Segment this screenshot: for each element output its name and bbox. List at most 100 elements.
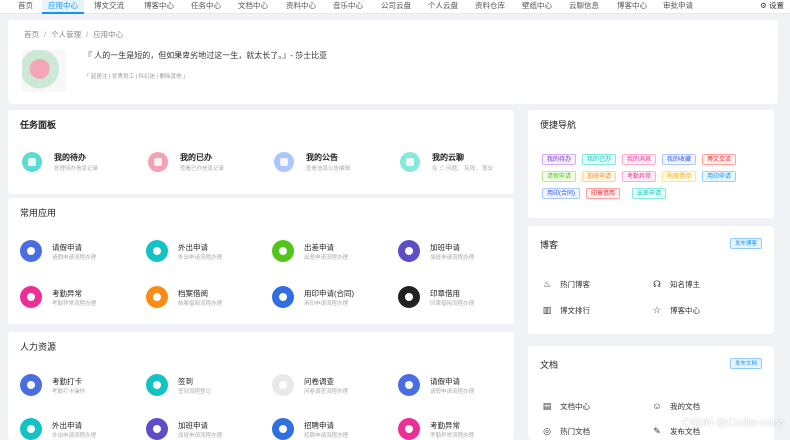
bar-chart-icon: ▥: [542, 305, 552, 315]
quick-tag[interactable]: 用印申请: [702, 171, 737, 182]
profile-quote: 『 人的一生是短的，但如果卑劣地过这一生，就太长了。』- 莎士比亚: [84, 51, 328, 60]
app-item-subtitle: 招聘申请流程办理: [304, 433, 349, 439]
app-item[interactable]: 招聘申请 招聘申请流程办理: [272, 418, 392, 440]
blog-link-label: 知名博主: [670, 280, 700, 289]
app-item[interactable]: 考勤异常 考勤异常流程办理: [20, 286, 140, 312]
clock-icon: [20, 374, 42, 396]
app-item[interactable]: 问卷调查 问卷调查流程办理: [272, 374, 392, 400]
quick-tag[interactable]: 我的收藏: [662, 154, 697, 165]
app-item-subtitle: 请假申请流程办理: [52, 255, 97, 261]
lamp-icon: [146, 418, 168, 440]
app-item[interactable]: 档案借阅 档案借阅流程办理: [146, 286, 266, 312]
done-icon: [148, 152, 168, 172]
app-item[interactable]: 签到 签到流程登记: [146, 374, 266, 400]
nav-item-material-repo[interactable]: 资料仓库: [475, 0, 505, 14]
task-item-title: 我的待办: [54, 153, 86, 162]
todo-icon: [22, 152, 42, 172]
location-icon: [146, 240, 168, 262]
publish-doc-button[interactable]: 发布文档: [729, 358, 762, 369]
task-item-subtitle: 查看已办信息记录: [180, 166, 225, 172]
nav-item-blog-center[interactable]: 博客中心: [144, 0, 174, 14]
nav-item-music-center[interactable]: 音乐中心: [333, 0, 363, 14]
nav-item-chat-info[interactable]: 云聊信息: [569, 0, 599, 14]
task-item[interactable]: 我的云聊 在 三 问题、 有效、 意业: [400, 150, 520, 180]
app-item-title: 档案借阅: [178, 289, 208, 298]
quick-tag[interactable]: 我的待办: [542, 154, 577, 165]
task-panel-title: 任务面板: [20, 120, 57, 130]
quick-tag[interactable]: 出差申请: [632, 188, 667, 199]
common-apps-title: 常用应用: [20, 208, 57, 218]
archive-icon: [146, 286, 168, 308]
app-item[interactable]: 外出申请 外出申请流程办理: [20, 418, 140, 440]
task-item[interactable]: 我的已办 查看已办信息记录: [148, 150, 268, 180]
doc-link-label: 文档中心: [560, 402, 590, 411]
settings-button[interactable]: ⚙ 设置: [760, 0, 784, 11]
announcement-icon: [274, 152, 294, 172]
quick-tag[interactable]: 档案借阅: [662, 171, 697, 182]
docs-title: 文档: [540, 360, 559, 370]
star-icon: ☆: [652, 305, 662, 315]
doc-link-label: 我的文档: [670, 402, 700, 411]
nav-item-app-center[interactable]: 应用中心: [42, 0, 84, 14]
app-item-subtitle: 出差申请流程办理: [304, 255, 349, 261]
app-item-title: 用印申请(合同): [304, 289, 354, 298]
breadcrumb-personal[interactable]: 个人管理: [51, 30, 81, 39]
app-item[interactable]: 出差申请 出差申请流程办理: [272, 240, 392, 266]
blog-link-label: 博客中心: [670, 306, 700, 315]
seal-icon: [272, 286, 294, 308]
app-item-subtitle: 签到流程登记: [178, 389, 212, 395]
breadcrumb-home[interactable]: 首页: [24, 30, 39, 39]
quick-tag[interactable]: 用印(合同): [542, 188, 580, 199]
nav-item-blog-center-2[interactable]: 博客中心: [617, 0, 647, 14]
stamp-icon: [398, 286, 420, 308]
task-item-title: 我的公告: [306, 153, 338, 162]
rss-icon: ☊: [653, 279, 661, 289]
quick-tag[interactable]: 考勤异常: [622, 171, 657, 182]
task-item-title: 我的云聊: [432, 153, 464, 162]
app-item[interactable]: 加班申请 加班申请流程办理: [398, 240, 518, 266]
app-item-title: 请假申请: [52, 243, 82, 252]
nav-item-personal-drive[interactable]: 个人云盘: [428, 0, 458, 14]
app-item[interactable]: 印章借用 印章借用流程办理: [398, 286, 518, 312]
quick-tag[interactable]: 博文交流: [702, 154, 737, 165]
app-item[interactable]: 请假申请 请假申请流程办理: [398, 374, 518, 400]
quick-tag[interactable]: 我的已办: [582, 154, 617, 165]
location-icon: [20, 418, 42, 440]
nav-item-approval[interactable]: 审批申请: [663, 0, 693, 14]
flame-icon: ♨: [542, 279, 552, 289]
app-item-subtitle: 请假申请流程办理: [430, 389, 475, 395]
nav-item-blog-exchange[interactable]: 博文交流: [94, 0, 124, 14]
breadcrumb-separator: /: [86, 30, 89, 39]
nav-item-task-center[interactable]: 任务中心: [191, 0, 221, 14]
nav-item-material-center[interactable]: 资料中心: [286, 0, 316, 14]
task-panel-card: 任务面板 我的待办 处理待办信息记录 我的已办 查看已办信息记录 我的公告 查看…: [8, 110, 514, 194]
quick-tag[interactable]: 请假申请: [542, 171, 577, 182]
chat-icon: [400, 152, 420, 172]
task-item[interactable]: 我的待办 处理待办信息记录: [22, 150, 142, 180]
quick-tag[interactable]: 加班申请: [582, 171, 617, 182]
publish-blog-button[interactable]: 发布博客: [729, 238, 762, 249]
quick-tag[interactable]: 我的消息: [622, 154, 657, 165]
app-item[interactable]: 加班申请 加班申请流程办理: [146, 418, 266, 440]
app-item-subtitle: 印章借用流程办理: [430, 301, 475, 307]
leave-icon: [20, 240, 42, 262]
quick-tag[interactable]: 印章借用: [586, 188, 621, 199]
app-item-title: 考勤异常: [52, 289, 82, 298]
app-item[interactable]: 请假申请请假申请流程办理: [20, 240, 140, 266]
app-item[interactable]: 考勤异常 考勤异常流程办理: [398, 418, 518, 440]
plane-icon: [272, 240, 294, 262]
nav-item-wallpaper-center[interactable]: 壁纸中心: [522, 0, 552, 14]
app-item[interactable]: 考勤打卡 考勤打卡操作: [20, 374, 140, 400]
quick-nav-title: 便捷导航: [540, 120, 577, 130]
blog-link-label: 热门博客: [560, 280, 590, 289]
checkin-icon: [146, 374, 168, 396]
app-item-title: 加班申请: [178, 421, 208, 430]
nav-item-company-drive[interactable]: 公司云盘: [381, 0, 411, 14]
task-item[interactable]: 我的公告 查看信息公告编辑: [274, 150, 394, 180]
nav-item-home[interactable]: 首页: [18, 0, 33, 14]
app-item[interactable]: 用印申请(合同) 用印申请流程办理: [272, 286, 392, 312]
avatar[interactable]: [22, 50, 66, 92]
quick-nav-card: 便捷导航 我的待办 我的已办 我的消息 我的收藏 博文交流 请假申请 加班申请 …: [528, 110, 774, 218]
nav-item-doc-center[interactable]: 文档中心: [238, 0, 268, 14]
app-item[interactable]: 外出申请 外出申请流程办理: [146, 240, 266, 266]
